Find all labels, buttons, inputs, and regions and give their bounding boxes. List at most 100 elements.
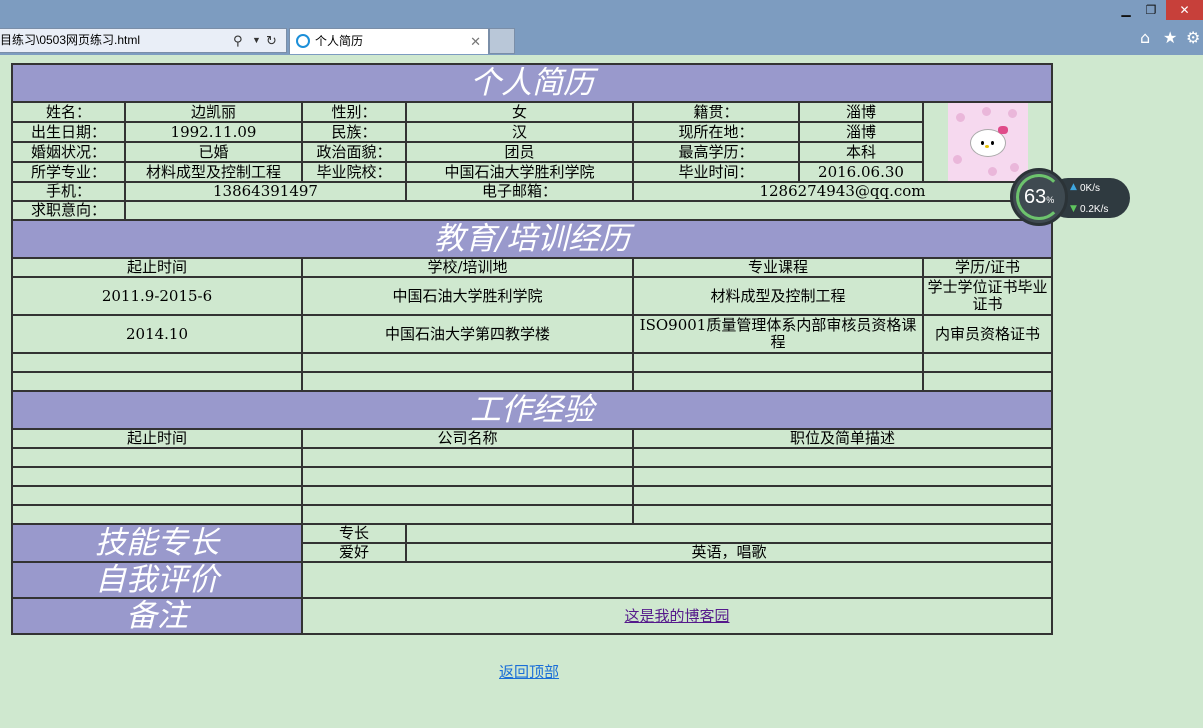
refresh-icon[interactable]: ↻ <box>266 29 277 52</box>
empty-cell <box>11 352 303 373</box>
address-url[interactable]: 目练习\0503网页练习.html <box>0 29 140 52</box>
empty-cell <box>922 352 1053 373</box>
location-value: 淄博 <box>798 121 924 143</box>
notes-cell: 这是我的博客园 <box>301 597 1053 635</box>
browser-chrome: 目练习\0503网页练习.html ⚲ ▼ ↻ 个人简历 ✕ ▁ ❐ ✕ ⌂ ★… <box>0 0 1203 55</box>
download-arrow-icon: ▼ <box>1070 204 1077 214</box>
resume-table: 个人简历 姓名： 边凯丽 性别： 女 籍贯： 淄博 出生日期： 1992.11.… <box>11 63 1053 635</box>
empty-cell <box>301 447 634 468</box>
marital-value: 已婚 <box>124 141 303 163</box>
empty-cell <box>632 352 924 373</box>
empty-cell <box>632 485 1053 506</box>
home-icon[interactable]: ⌂ <box>1140 28 1150 47</box>
edu-period: 2011.9-2015-6 <box>11 276 303 316</box>
empty-cell <box>632 466 1053 487</box>
school-value: 中国石油大学胜利学院 <box>405 161 634 183</box>
ethnicity-label: 民族： <box>301 121 407 143</box>
empty-cell <box>301 485 634 506</box>
table-row <box>11 485 1053 506</box>
political-label: 政治面貌： <box>301 141 407 163</box>
usage-circle: 63% <box>1010 168 1068 226</box>
email-value: 1286274943@qq.com <box>632 181 1053 202</box>
education-level-value: 本科 <box>798 141 924 163</box>
edu-header-certificate: 学历/证书 <box>922 257 1053 278</box>
upload-arrow-icon: ▲ <box>1070 182 1077 192</box>
gear-icon[interactable]: ⚙ <box>1186 28 1200 47</box>
close-window-icon[interactable]: ✕ <box>1166 0 1203 20</box>
hello-kitty-image <box>969 126 1008 157</box>
graduation-value: 2016.06.30 <box>798 161 924 183</box>
political-value: 团员 <box>405 141 634 163</box>
empty-cell <box>11 371 303 392</box>
marital-label: 婚姻状况： <box>11 141 126 163</box>
empty-cell <box>301 371 634 392</box>
empty-cell <box>632 447 1053 468</box>
self-eval-title: 自我评价 <box>11 561 303 599</box>
work-title: 工作经验 <box>11 390 1053 430</box>
intent-label: 求职意向： <box>11 200 126 221</box>
edu-header-school: 学校/培训地 <box>301 257 634 278</box>
blog-link[interactable]: 这是我的博客园 <box>624 607 729 625</box>
new-tab-button[interactable] <box>489 28 515 54</box>
edu-header-period: 起止时间 <box>11 257 303 278</box>
resume-title: 个人简历 <box>11 63 1053 103</box>
download-speed: 0.2K/s <box>1080 204 1109 215</box>
empty-cell <box>11 466 303 487</box>
hobby-label: 爱好 <box>301 542 407 563</box>
empty-cell <box>632 504 1053 525</box>
dropdown-icon[interactable]: ▼ <box>252 29 261 52</box>
close-tab-icon[interactable]: ✕ <box>470 29 481 54</box>
edu-period: 2014.10 <box>11 314 303 354</box>
edu-certificate: 学士学位证书毕业证书 <box>922 276 1053 316</box>
restore-icon[interactable]: ❐ <box>1140 0 1162 20</box>
work-header-period: 起止时间 <box>11 428 303 449</box>
browser-tab[interactable]: 个人简历 ✕ <box>289 28 489 54</box>
empty-cell <box>301 352 634 373</box>
gender-label: 性别： <box>301 101 407 123</box>
edu-school: 中国石油大学第四教学楼 <box>301 314 634 354</box>
edu-certificate: 内审员资格证书 <box>922 314 1053 354</box>
self-eval-value <box>301 561 1053 599</box>
skills-title: 技能专长 <box>11 523 303 563</box>
birthdate-value: 1992.11.09 <box>124 121 303 143</box>
name-label: 姓名： <box>11 101 126 123</box>
specialty-label: 专长 <box>301 523 407 544</box>
edu-header-course: 专业课程 <box>632 257 924 278</box>
phone-label: 手机： <box>11 181 126 202</box>
work-header-position: 职位及简单描述 <box>632 428 1053 449</box>
edu-school: 中国石油大学胜利学院 <box>301 276 634 316</box>
table-row <box>11 504 1053 525</box>
major-value: 材料成型及控制工程 <box>124 161 303 183</box>
email-label: 电子邮箱： <box>405 181 634 202</box>
minimize-icon[interactable]: ▁ <box>1115 0 1137 20</box>
name-value: 边凯丽 <box>124 101 303 123</box>
education-title: 教育/培训经历 <box>11 219 1053 259</box>
notes-title: 备注 <box>11 597 303 635</box>
school-label: 毕业院校： <box>301 161 407 183</box>
specialty-value <box>405 523 1053 544</box>
hometown-value: 淄博 <box>798 101 924 123</box>
empty-cell <box>922 371 1053 392</box>
favorites-star-icon[interactable]: ★ <box>1163 28 1177 47</box>
ethnicity-value: 汉 <box>405 121 634 143</box>
search-icon[interactable]: ⚲ <box>233 29 243 52</box>
empty-cell <box>11 447 303 468</box>
table-row <box>11 447 1053 468</box>
back-to-top-link[interactable]: 返回顶部 <box>499 661 559 682</box>
address-bar[interactable]: 目练习\0503网页练习.html ⚲ ▼ ↻ <box>0 28 287 53</box>
table-row: 2014.10 中国石油大学第四教学楼 ISO9001质量管理体系内部审核员资格… <box>11 314 1053 354</box>
education-level-label: 最高学历： <box>632 141 800 163</box>
upload-speed: 0K/s <box>1080 183 1101 194</box>
ie-icon <box>296 34 310 48</box>
empty-cell <box>632 371 924 392</box>
table-row <box>11 352 1053 373</box>
edu-course: ISO9001质量管理体系内部审核员资格课程 <box>632 314 924 354</box>
phone-value: 13864391497 <box>124 181 407 202</box>
gender-value: 女 <box>405 101 634 123</box>
graduation-label: 毕业时间： <box>632 161 800 183</box>
hometown-label: 籍贯： <box>632 101 800 123</box>
location-label: 现所在地： <box>632 121 800 143</box>
usage-percent: 63% <box>1024 186 1055 208</box>
table-row <box>11 371 1053 392</box>
network-speed-widget[interactable]: 63% ▲ 0K/s ▼ 0.2K/s <box>1010 168 1132 228</box>
